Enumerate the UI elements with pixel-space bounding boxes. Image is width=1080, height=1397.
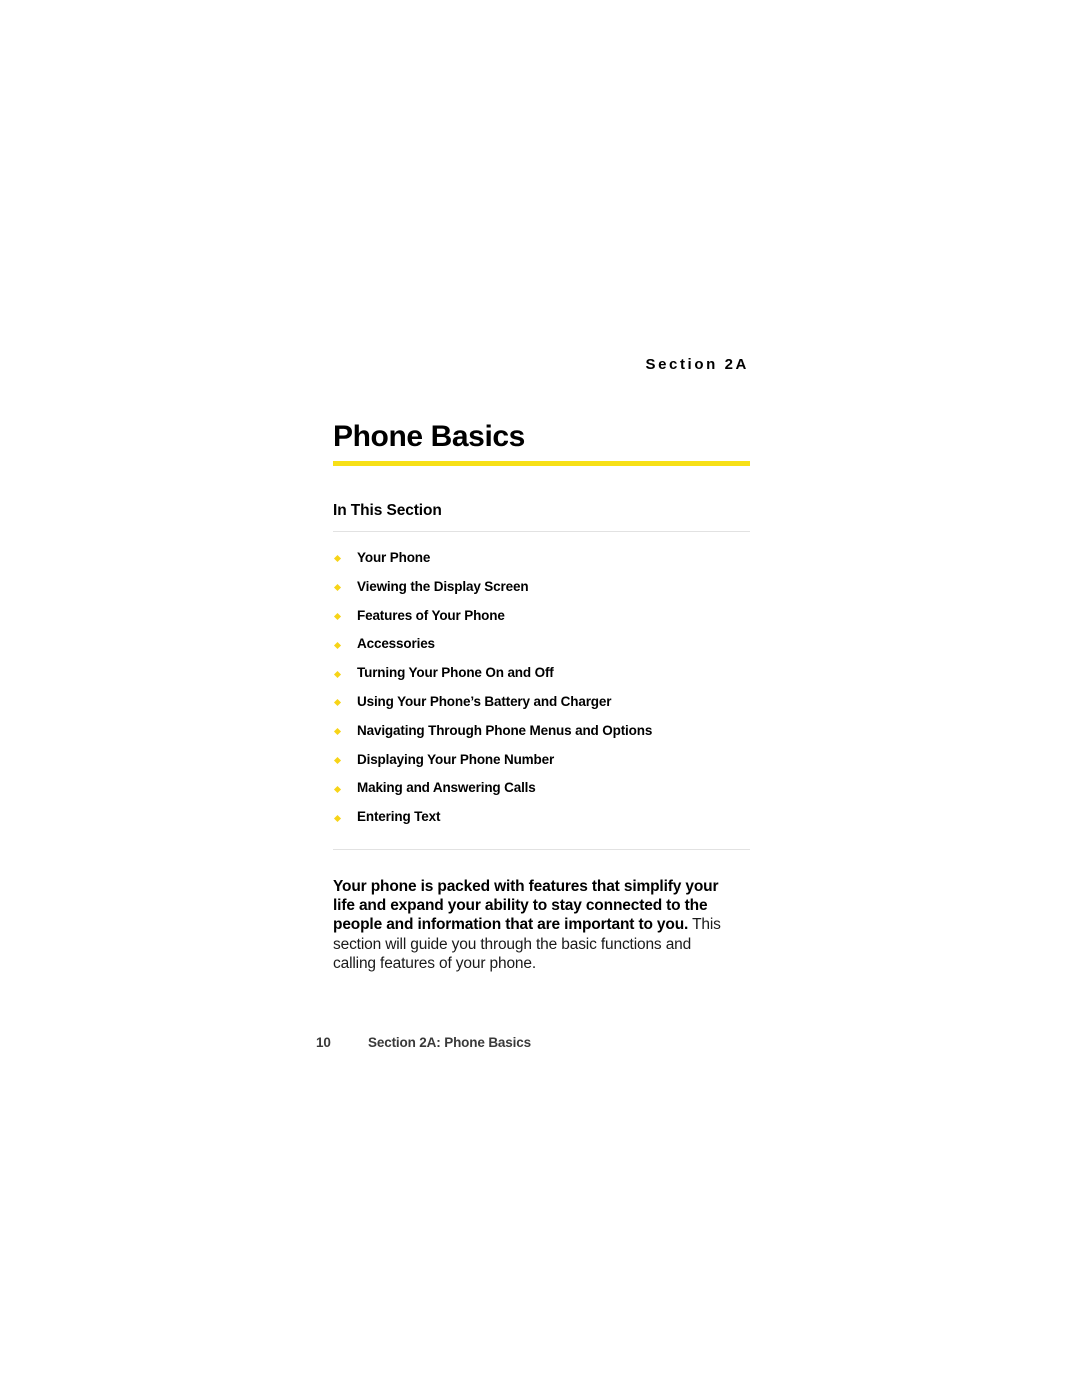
diamond-bullet-icon xyxy=(333,814,342,822)
title-accent-rule xyxy=(333,461,750,466)
intro-lead-text: Your phone is packed with features that … xyxy=(333,877,719,934)
list-item-label: Turning Your Phone On and Off xyxy=(357,665,554,681)
page-title: Phone Basics xyxy=(333,420,525,453)
list-item-label: Your Phone xyxy=(357,550,431,565)
list-item[interactable]: Your Phone xyxy=(333,544,750,573)
list-item-label: Features of Your Phone xyxy=(357,607,505,623)
list-item[interactable]: Turning Your Phone On and Off xyxy=(333,659,750,688)
in-this-section-heading: In This Section xyxy=(333,502,442,519)
diamond-bullet-icon xyxy=(333,670,342,678)
list-item[interactable]: Entering Text xyxy=(333,803,750,832)
diamond-bullet-icon xyxy=(333,555,342,563)
page-content: Section 2A Phone Basics In This Section … xyxy=(333,355,750,973)
list-item-label: Navigating Through Phone Menus and Optio… xyxy=(357,722,653,738)
list-item[interactable]: Using Your Phone’s Battery and Charger xyxy=(333,688,750,717)
footer-section-title: Section 2A: Phone Basics xyxy=(368,1035,531,1050)
list-item-label: Making and Answering Calls xyxy=(357,780,536,796)
footer-page-number: 10 xyxy=(316,1035,331,1050)
diamond-bullet-icon xyxy=(333,756,342,765)
page-footer: 10 Section 2A: Phone Basics xyxy=(316,1033,756,1053)
intro-paragraph: Your phone is packed with features that … xyxy=(333,877,725,973)
list-item-label: Entering Text xyxy=(357,809,441,825)
diamond-bullet-icon xyxy=(333,612,342,621)
diamond-bullet-icon xyxy=(333,728,342,736)
list-item-label: Viewing the Display Screen xyxy=(357,578,529,594)
list-item[interactable]: Features of Your Phone xyxy=(333,602,750,631)
list-item-label: Accessories xyxy=(357,636,435,652)
table-of-contents-list: Your Phone Viewing the Display Screen Fe… xyxy=(333,532,750,832)
list-item[interactable]: Navigating Through Phone Menus and Optio… xyxy=(333,717,750,746)
list-item[interactable]: Viewing the Display Screen xyxy=(333,573,750,602)
document-page: Section 2A Phone Basics In This Section … xyxy=(0,0,1080,1397)
list-item[interactable]: Displaying Your Phone Number xyxy=(333,746,750,775)
list-item-label: Using Your Phone’s Battery and Charger xyxy=(357,693,612,709)
diamond-bullet-icon xyxy=(333,785,342,793)
list-item[interactable]: Making and Answering Calls xyxy=(333,774,750,803)
list-item[interactable]: Accessories xyxy=(333,630,750,659)
diamond-bullet-icon xyxy=(333,584,342,592)
section-label: Section 2A xyxy=(645,356,749,373)
diamond-bullet-icon xyxy=(333,641,342,649)
list-item-label: Displaying Your Phone Number xyxy=(357,751,555,767)
divider-below-list xyxy=(333,848,750,850)
diamond-bullet-icon xyxy=(333,699,342,707)
